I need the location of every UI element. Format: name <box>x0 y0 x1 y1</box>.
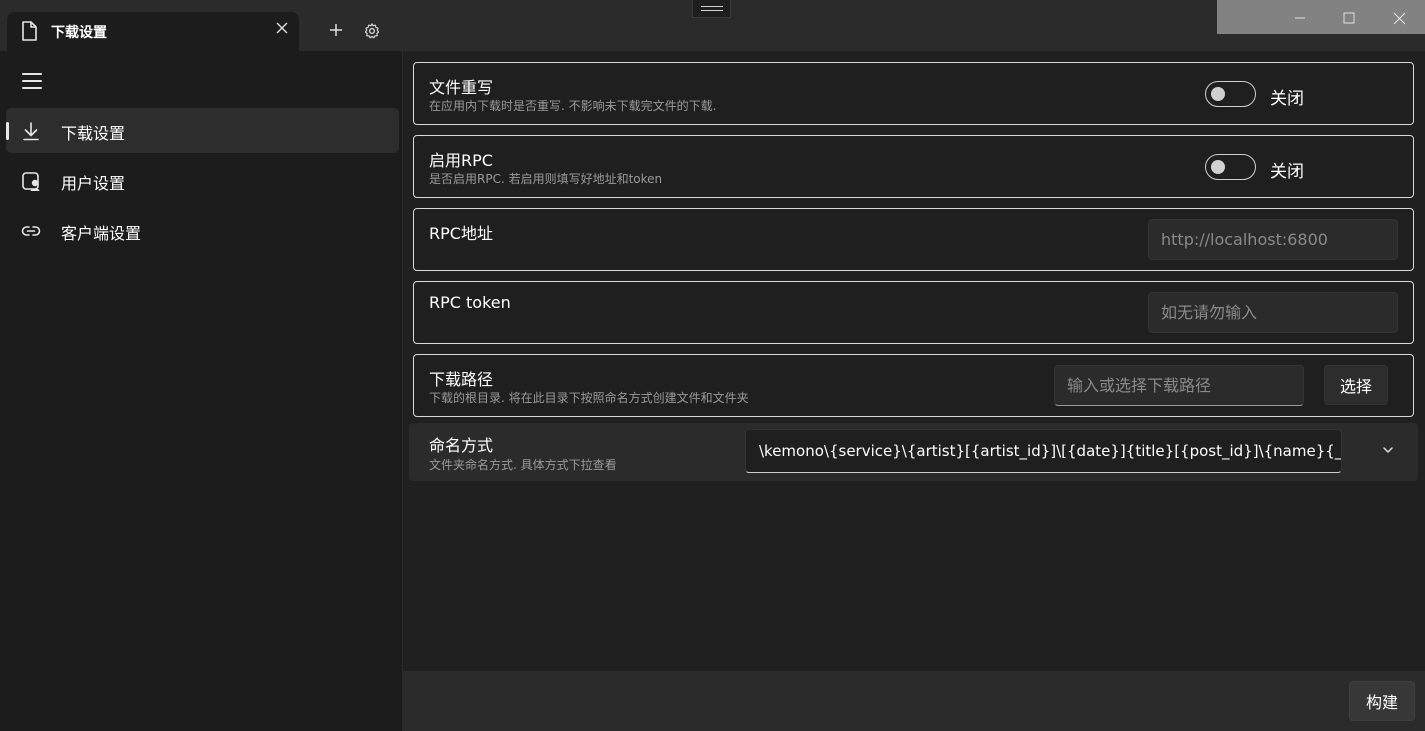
tab-close-button[interactable] <box>273 21 291 39</box>
plus-icon <box>330 24 342 36</box>
sidebar-item-user-settings[interactable]: 用户设置 <box>6 158 399 203</box>
setting-title: 文件重写 <box>429 78 494 97</box>
sidebar-item-client-settings[interactable]: 客户端设置 <box>6 208 399 253</box>
download-icon <box>23 122 39 141</box>
gear-icon <box>364 23 380 39</box>
toggle-state-label: 关闭 <box>1270 89 1304 109</box>
drag-handle[interactable] <box>692 0 731 18</box>
sidebar: 下载设置 用户设置 客户端设置 <box>0 51 403 731</box>
title-bar: 下载设置 <box>0 0 1425 51</box>
settings-button[interactable] <box>363 22 383 42</box>
maximize-button[interactable] <box>1335 6 1363 30</box>
setting-description: 在应用内下载时是否重写. 不影响未下载完文件的下载. <box>429 99 717 113</box>
sidebar-item-label: 客户端设置 <box>61 224 142 243</box>
setting-title: RPC地址 <box>429 224 493 243</box>
link-icon <box>21 226 41 236</box>
enable-rpc-toggle[interactable] <box>1205 154 1256 180</box>
rpc-token-input[interactable] <box>1148 292 1398 333</box>
setting-file-overwrite: 文件重写 在应用内下载时是否重写. 不影响未下载完文件的下载. 关闭 <box>413 62 1414 125</box>
setting-description: 是否启用RPC. 若启用则填写好地址和token <box>429 172 663 186</box>
chevron-down-icon[interactable] <box>1381 443 1395 457</box>
download-path-input[interactable] <box>1054 365 1304 406</box>
build-button[interactable]: 构建 <box>1349 681 1415 721</box>
setting-enable-rpc: 启用RPC 是否启用RPC. 若启用则填写好地址和token 关闭 <box>413 135 1414 198</box>
close-icon <box>276 22 288 34</box>
hamburger-icon <box>22 73 42 75</box>
rpc-address-input[interactable] <box>1148 219 1398 260</box>
tab-title: 下载设置 <box>51 25 107 41</box>
naming-combobox-input[interactable]: \kemono\{service}\{artist}[{artist_id}]\… <box>745 429 1342 473</box>
setting-title: 启用RPC <box>429 151 493 170</box>
setting-title: 命名方式 <box>429 436 494 455</box>
document-icon <box>22 21 37 41</box>
user-card-icon <box>22 172 40 191</box>
footer-bar: 构建 <box>403 671 1425 731</box>
settings-content: 文件重写 在应用内下载时是否重写. 不影响未下载完文件的下载. 关闭 启用RPC… <box>403 51 1425 671</box>
minimize-button[interactable] <box>1286 6 1314 30</box>
setting-download-path: 下载路径 下载的根目录. 将在此目录下按照命名方式创建文件和文件夹 选择 <box>413 354 1414 417</box>
tab-download-settings[interactable]: 下载设置 <box>7 12 299 51</box>
menu-toggle-button[interactable] <box>22 73 42 89</box>
toggle-knob <box>1211 87 1225 101</box>
naming-value: \kemono\{service}\{artist}[{artist_id}]\… <box>759 442 1342 460</box>
close-window-button[interactable] <box>1385 6 1413 30</box>
setting-title: 下载路径 <box>429 370 494 389</box>
setting-description: 文件夹命名方式. 具体方式下拉查看 <box>429 458 617 472</box>
setting-title: RPC token <box>429 293 511 312</box>
toggle-state-label: 关闭 <box>1270 162 1304 182</box>
sidebar-item-label: 下载设置 <box>61 124 126 143</box>
minimize-icon <box>1295 17 1305 19</box>
active-indicator <box>6 122 9 140</box>
sidebar-item-download-settings[interactable]: 下载设置 <box>6 108 399 153</box>
sidebar-item-label: 用户设置 <box>61 174 126 193</box>
new-tab-button[interactable] <box>325 20 347 42</box>
choose-path-button[interactable]: 选择 <box>1324 365 1388 405</box>
setting-description: 下载的根目录. 将在此目录下按照命名方式创建文件和文件夹 <box>429 391 749 405</box>
close-icon <box>1393 12 1405 24</box>
setting-rpc-address: RPC地址 <box>413 208 1414 271</box>
setting-naming: 命名方式 文件夹命名方式. 具体方式下拉查看 \kemono\{service}… <box>409 423 1418 481</box>
file-overwrite-toggle[interactable] <box>1205 81 1256 107</box>
maximize-icon <box>1343 12 1355 24</box>
setting-rpc-token: RPC token <box>413 281 1414 344</box>
toggle-knob <box>1211 160 1225 174</box>
